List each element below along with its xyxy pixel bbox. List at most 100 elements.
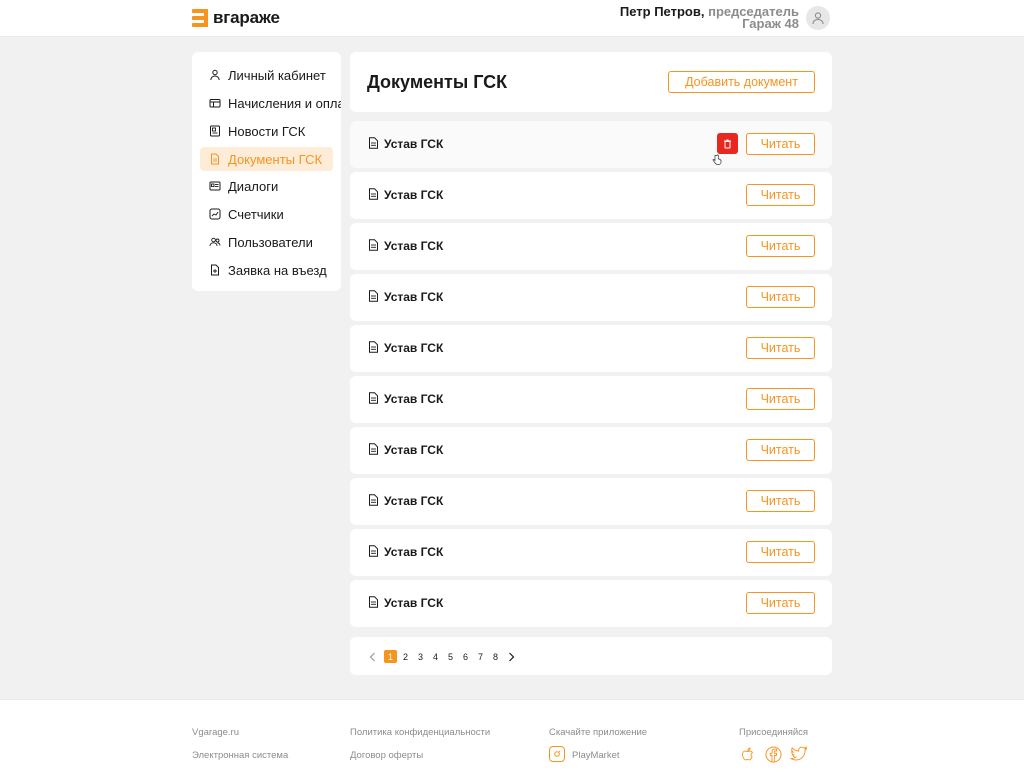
document-name: Устав ГСК — [384, 239, 444, 253]
document-row[interactable]: Устав ГСК Читать — [350, 172, 832, 219]
page-8[interactable]: 8 — [489, 650, 502, 663]
page-2[interactable]: 2 — [399, 650, 412, 663]
logo-text: вгараже — [213, 8, 280, 27]
document-row[interactable]: Устав ГСК Читать — [350, 121, 832, 168]
read-button[interactable]: Читать — [746, 337, 815, 359]
document-row[interactable]: Устав ГСК Читать — [350, 427, 832, 474]
add-document-button[interactable]: Добавить документ — [668, 71, 815, 93]
read-button[interactable]: Читать — [746, 490, 815, 512]
wallet-icon — [208, 97, 221, 110]
read-button[interactable]: Читать — [746, 592, 815, 614]
offer-agreement-link[interactable]: Договор оферты — [350, 750, 423, 761]
document-name: Устав ГСК — [384, 392, 444, 406]
document-row[interactable]: Устав ГСК Читать — [350, 478, 832, 525]
document-row[interactable]: Устав ГСК Читать — [350, 580, 832, 627]
users-icon — [208, 236, 221, 249]
entry-request-icon — [208, 264, 221, 277]
read-button[interactable]: Читать — [746, 133, 815, 155]
document-icon — [368, 187, 379, 205]
footer-site-link[interactable]: Vgarage.ru — [192, 727, 239, 738]
user-icon — [208, 69, 221, 82]
document-row[interactable]: Устав ГСК Читать — [350, 274, 832, 321]
read-button[interactable]: Читать — [746, 235, 815, 257]
user-info[interactable]: Петр Петров, председатель Гараж 48 — [619, 4, 799, 31]
privacy-policy-link[interactable]: Политика конфиденциальности — [350, 727, 490, 738]
logo[interactable]: вгараже — [192, 8, 280, 28]
footer-system-text: Электронная система — [192, 750, 289, 761]
document-name: Устав ГСК — [384, 443, 444, 457]
top-header: вгараже Петр Петров, председатель Гараж … — [0, 0, 1024, 37]
facebook-icon[interactable] — [764, 745, 782, 763]
document-row[interactable]: Устав ГСК Читать — [350, 529, 832, 576]
page-header-card: Документы ГСК Добавить документ — [350, 52, 832, 112]
document-icon — [368, 544, 379, 562]
news-icon — [208, 125, 221, 138]
sidebar-item-users[interactable]: Пользователи — [200, 230, 333, 254]
document-row[interactable]: Устав ГСК Читать — [350, 223, 832, 270]
apple-icon[interactable] — [739, 745, 757, 763]
document-icon — [368, 340, 379, 358]
page-4[interactable]: 4 — [429, 650, 442, 663]
logo-icon — [192, 9, 208, 27]
document-icon — [368, 442, 379, 460]
sidebar-item-documents[interactable]: Документы ГСК — [200, 147, 333, 171]
sidebar-item-label: Личный кабинет — [228, 67, 326, 83]
read-button[interactable]: Читать — [746, 286, 815, 308]
document-icon — [368, 595, 379, 613]
playmarket-link[interactable]: PlayMarket — [572, 750, 620, 761]
document-name: Устав ГСК — [384, 341, 444, 355]
document-icon — [368, 493, 379, 511]
user-avatar-icon — [812, 12, 824, 25]
page-1[interactable]: 1 — [384, 650, 397, 663]
page-6[interactable]: 6 — [459, 650, 472, 663]
document-row[interactable]: Устав ГСК Читать — [350, 325, 832, 372]
playmarket-icon[interactable] — [549, 746, 565, 762]
download-app-title: Скачайте приложение — [549, 727, 648, 738]
document-name: Устав ГСК — [384, 137, 444, 151]
read-button[interactable]: Читать — [746, 439, 815, 461]
garage-number: Гараж 48 — [742, 16, 799, 31]
pagination: 1 2 3 4 5 6 7 8 — [350, 637, 832, 675]
document-icon — [368, 136, 379, 154]
twitter-icon[interactable] — [790, 745, 808, 763]
sidebar-item-meters[interactable]: Счетчики — [200, 202, 333, 226]
read-button[interactable]: Читать — [746, 184, 815, 206]
sidebar-item-label: Документы ГСК — [228, 151, 323, 167]
document-name: Устав ГСК — [384, 290, 444, 304]
user-name: Петр Петров, — [619, 4, 705, 19]
sidebar-item-payments[interactable]: Начисления и оплаты — [200, 91, 341, 115]
footer: Vgarage.ru Электронная система Политика … — [0, 699, 1024, 783]
sidebar-item-profile[interactable]: Личный кабинет — [200, 63, 333, 87]
sidebar-item-label: Заявка на въезд — [228, 262, 327, 278]
sidebar-item-label: Новости ГСК — [228, 123, 306, 139]
document-icon — [368, 391, 379, 409]
chevron-left-icon[interactable] — [366, 650, 379, 663]
chat-icon — [208, 180, 221, 193]
join-title: Присоединяйся — [739, 727, 809, 738]
page-5[interactable]: 5 — [444, 650, 457, 663]
read-button[interactable]: Читать — [746, 388, 815, 410]
page-title: Документы ГСК — [367, 72, 508, 92]
delete-button[interactable] — [717, 133, 738, 154]
document-name: Устав ГСК — [384, 596, 444, 610]
document-name: Устав ГСК — [384, 188, 444, 202]
document-icon — [368, 289, 379, 307]
sidebar-item-label: Пользователи — [228, 234, 313, 250]
sidebar-item-entry-request[interactable]: Заявка на въезд — [200, 258, 333, 282]
sidebar-item-label: Счетчики — [228, 206, 284, 222]
sidebar-item-label: Диалоги — [228, 178, 279, 194]
page-3[interactable]: 3 — [414, 650, 427, 663]
hand-cursor-icon — [712, 154, 722, 165]
document-icon — [368, 238, 379, 256]
chevron-right-icon[interactable] — [505, 650, 518, 663]
document-row[interactable]: Устав ГСК Читать — [350, 376, 832, 423]
sidebar-item-news[interactable]: Новости ГСК — [200, 119, 333, 143]
read-button[interactable]: Читать — [746, 541, 815, 563]
document-name: Устав ГСК — [384, 545, 444, 559]
avatar[interactable] — [806, 6, 830, 30]
page-7[interactable]: 7 — [474, 650, 487, 663]
sidebar-item-dialogs[interactable]: Диалоги — [200, 174, 333, 198]
meter-icon — [208, 208, 221, 221]
document-icon — [208, 153, 221, 166]
document-name: Устав ГСК — [384, 494, 444, 508]
